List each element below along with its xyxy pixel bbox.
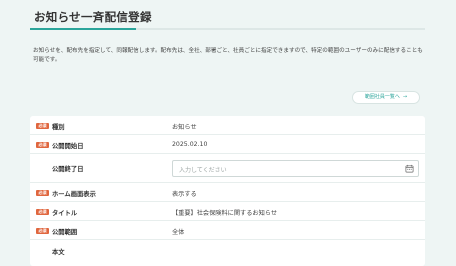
required-badge: 必須	[36, 123, 49, 129]
form-label-start-date: 公開開始日	[52, 143, 84, 150]
required-badge: 必須	[36, 228, 49, 234]
form-row-end-date: 公開終了日 入力してください	[30, 154, 425, 183]
form-value-type: お知らせ	[172, 124, 197, 131]
form-label-end-date: 公開終了日	[52, 166, 84, 173]
calendar-icon[interactable]	[405, 164, 414, 173]
form-value-start-date: 2025.02.10	[172, 141, 208, 148]
form-label-type: 種別	[52, 124, 65, 131]
end-date-input[interactable]: 入力してください	[172, 160, 419, 177]
form-value-home-display: 表示する	[172, 191, 197, 198]
required-badge: 必須	[36, 190, 49, 196]
title-accent-bar	[30, 28, 136, 30]
form-row-type: 必須 種別 お知らせ	[30, 116, 425, 135]
form-row-start-date: 必須 公開開始日 2025.02.10	[30, 135, 425, 154]
end-date-placeholder: 入力してください	[179, 167, 227, 174]
member-list-button-label: 範囲社員一覧へ	[364, 94, 400, 100]
form-row-title: 必須 タイトル 【重要】社会保険料に関するお知らせ	[30, 202, 425, 221]
form-value-scope: 全体	[172, 229, 185, 236]
page-description: お知らせを、配布先を指定して、同報配信します。配布先は、全社、部署ごと、社員ごと…	[33, 48, 423, 64]
member-list-button[interactable]: 範囲社員一覧へ →	[352, 91, 420, 104]
page-title: お知らせ一斉配信登録	[34, 10, 152, 24]
form-value-title: 【重要】社会保険料に関するお知らせ	[172, 210, 278, 217]
required-badge: 必須	[36, 142, 49, 148]
form-label-body: 本文	[52, 249, 65, 256]
required-badge: 必須	[36, 209, 49, 215]
form-label-home-display: ホーム画面表示	[52, 191, 96, 198]
form-row-home-display: 必須 ホーム画面表示 表示する	[30, 183, 425, 202]
arrow-right-icon: →	[402, 94, 408, 100]
form-card: 必須 種別 お知らせ 必須 公開開始日 2025.02.10 公開終了日 入力し…	[30, 116, 425, 266]
form-label-scope: 公開範囲	[52, 229, 78, 236]
form-label-title: タイトル	[52, 210, 78, 217]
form-row-scope: 必須 公開範囲 全体	[30, 221, 425, 240]
form-row-body: 本文	[30, 240, 425, 266]
